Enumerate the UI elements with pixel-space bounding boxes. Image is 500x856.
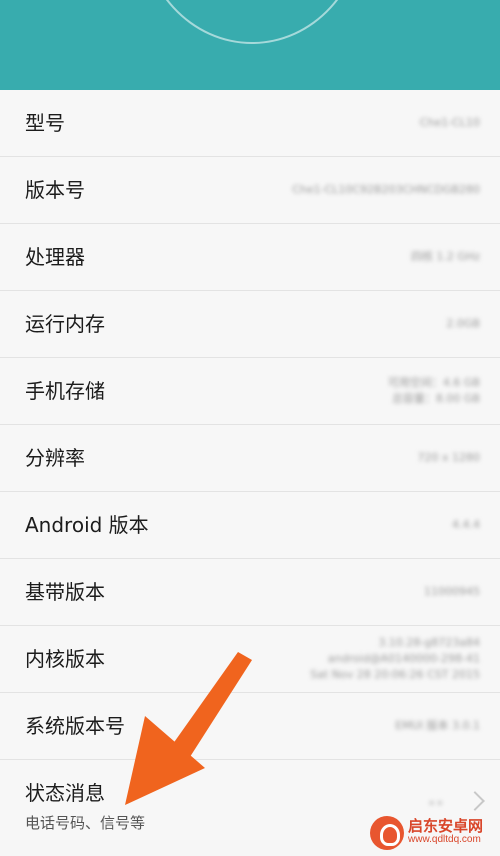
watermark-url: www.qdltdq.com [408,834,481,845]
row-value: 2.0GB [446,317,480,330]
row-label: 系统版本号 [25,714,125,738]
row-value: 720 x 1280 [417,451,481,464]
row-value: EMUI 版本 3.0.1 [395,719,480,732]
chevron-right-icon [465,791,485,811]
row-label: 分辨率 [25,446,85,470]
row-kernel-version[interactable]: 内核版本 3.10.28-g8723a84 android@A0140000-29… [0,626,500,693]
row-label: 手机存储 [25,379,105,403]
about-phone-list: 型号 Che1-CL10 版本号 Che1-CL10C92B203CHNCDGB… [0,90,500,840]
row-label: 状态消息 [25,781,105,805]
row-value: Che1-CL10 [419,116,480,129]
watermark-name: 启东安卓网 [408,817,484,835]
watermark-logo-icon [370,816,404,850]
row-ram[interactable]: 运行内存 2.0GB [0,291,500,358]
row-label: 版本号 [25,178,85,202]
row-label: Android 版本 [25,513,149,537]
row-model[interactable]: 型号 Che1-CL10 [0,90,500,157]
row-label: 运行内存 [25,312,105,336]
row-android-version[interactable]: Android 版本 4.4.4 [0,492,500,559]
watermark: 启东安卓网 www.qdltdq.com [370,810,500,856]
row-label: 内核版本 [25,647,105,671]
row-value: 可用空间：4.6 GB 总容量：8.00 GB [387,376,480,405]
row-label: 型号 [25,111,65,135]
row-value: 3.10.28-g8723a84 android@A0140000-298-41 S… [310,636,480,681]
row-system-version[interactable]: 系统版本号 EMUI 版本 3.0.1 [0,693,500,760]
row-value: 11000945 [424,585,480,598]
row-value: Che1-CL10C92B203CHNCDGB280 [292,183,480,196]
row-resolution[interactable]: 分辨率 720 x 1280 [0,425,500,492]
row-baseband-version[interactable]: 基带版本 11000945 [0,559,500,626]
row-storage[interactable]: 手机存储 可用空间：4.6 GB 总容量：8.00 GB [0,358,500,425]
row-value: 四核 1.2 GHz [410,250,480,263]
row-subtitle: 电话号码、信号等 [25,814,146,832]
row-label: 处理器 [25,245,85,269]
header-circle-decoration [140,0,364,44]
row-value: 4.4.4 [452,518,480,531]
row-processor[interactable]: 处理器 四核 1.2 GHz [0,224,500,291]
row-build-number[interactable]: 版本号 Che1-CL10C92B203CHNCDGB280 [0,157,500,224]
row-label: 基带版本 [25,580,105,604]
header-banner [0,0,500,90]
